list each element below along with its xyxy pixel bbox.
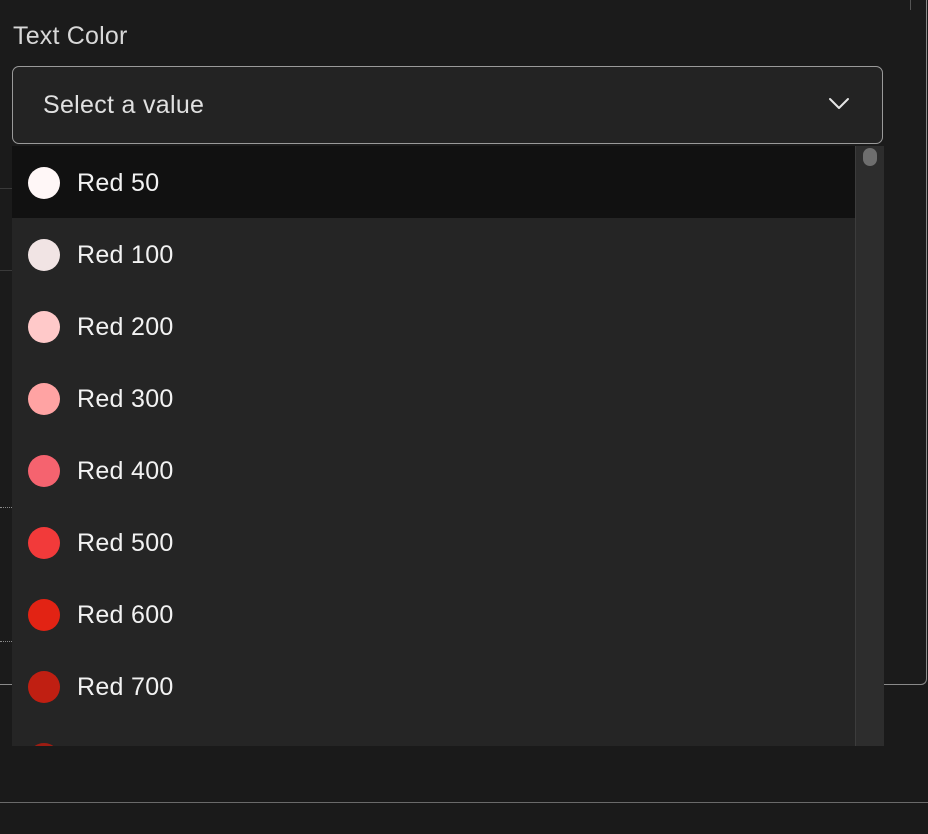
background-divider — [910, 0, 911, 10]
color-option[interactable]: Red 200 — [12, 290, 855, 362]
color-swatch-icon — [28, 671, 60, 703]
text-color-label: Text Color — [13, 22, 128, 50]
color-option-label: Red 700 — [77, 673, 174, 701]
background-dotted-line — [0, 641, 12, 642]
color-swatch-icon — [28, 455, 60, 487]
color-swatch-icon — [28, 239, 60, 271]
color-option[interactable]: Red 700 — [12, 650, 855, 722]
color-swatch-icon — [28, 743, 60, 746]
color-swatch-icon — [28, 599, 60, 631]
color-option-label: Red 50 — [77, 169, 160, 197]
color-option[interactable] — [12, 722, 855, 746]
background-divider — [0, 188, 12, 189]
page: Text Color Select a value Red 700 Red 600… — [0, 0, 928, 834]
scrollbar[interactable] — [855, 146, 884, 746]
chevron-down-icon[interactable] — [828, 97, 850, 111]
color-swatch-icon — [28, 167, 60, 199]
color-option[interactable]: Red 500 — [12, 506, 855, 578]
color-option-label: Red 600 — [77, 601, 174, 629]
color-option-label: Red 400 — [77, 457, 174, 485]
color-option-label: Red 200 — [77, 313, 174, 341]
bottom-divider — [0, 802, 928, 803]
color-swatch-icon — [28, 383, 60, 415]
color-option[interactable]: Red 600 — [12, 578, 855, 650]
text-color-select[interactable]: Select a value — [12, 66, 883, 144]
color-option[interactable]: Red 300 — [12, 362, 855, 434]
color-option[interactable]: Red 400 — [12, 434, 855, 506]
color-option[interactable]: Red 100 — [12, 218, 855, 290]
color-option-label: Red 300 — [77, 385, 174, 413]
background-dotted-line — [0, 507, 12, 508]
color-options-list[interactable]: Red 700 Red 600 Red 500 Red 400 Red 300 Red 2… — [12, 146, 884, 746]
color-option-label: Red 100 — [77, 241, 174, 269]
color-option[interactable]: Red 50 — [12, 146, 855, 218]
color-swatch-icon — [28, 311, 60, 343]
color-option-label: Red 500 — [77, 529, 174, 557]
scrollbar-thumb[interactable] — [863, 148, 877, 166]
select-placeholder: Select a value — [43, 91, 205, 119]
color-swatch-icon — [28, 527, 60, 559]
background-divider — [0, 270, 12, 271]
